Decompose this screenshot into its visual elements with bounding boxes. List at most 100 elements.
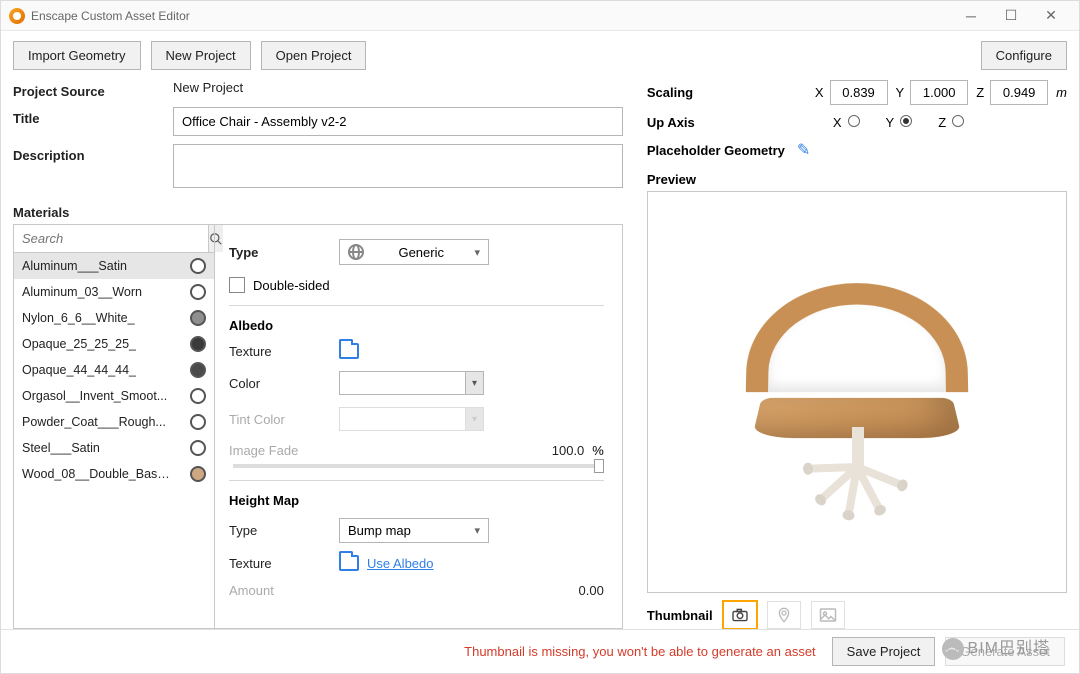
warning-text: Thumbnail is missing, you won't be able … xyxy=(464,644,816,659)
app-window: Enscape Custom Asset Editor ─ ☐ ✕ Import… xyxy=(0,0,1080,674)
material-swatch-icon xyxy=(190,362,206,378)
albedo-heading: Albedo xyxy=(229,318,604,333)
pencil-icon[interactable]: ✎ xyxy=(797,140,810,160)
material-item[interactable]: Opaque_44_44_44_ xyxy=(14,357,214,383)
preview-model xyxy=(717,242,997,542)
tint-color-picker[interactable]: ▾ xyxy=(339,407,484,431)
material-swatch-icon xyxy=(190,414,206,430)
material-name: Opaque_44_44_44_ xyxy=(22,363,136,377)
chevron-down-icon: ▾ xyxy=(474,246,480,259)
chevron-down-icon: ▾ xyxy=(465,408,483,430)
image-fade-unit: % xyxy=(592,443,604,458)
tint-color-label: Tint Color xyxy=(229,412,339,427)
material-swatch-icon xyxy=(190,466,206,482)
footer: Thumbnail is missing, you won't be able … xyxy=(1,629,1079,673)
materials-panel: Aluminum___Satin Aluminum_03__Worn Nylon_6… xyxy=(13,224,623,629)
thumbnail-image-button[interactable] xyxy=(811,601,845,629)
material-name: Wood_08__Double_Bask... xyxy=(22,467,172,481)
material-item[interactable]: Nylon_6_6__White_ xyxy=(14,305,214,331)
heightmap-heading: Height Map xyxy=(229,493,604,508)
material-item[interactable]: Opaque_25_25_25_ xyxy=(14,331,214,357)
color-label: Color xyxy=(229,376,339,391)
material-item[interactable]: Aluminum___Satin xyxy=(14,253,214,279)
minimize-button[interactable]: ─ xyxy=(951,2,991,30)
material-name: Powder_Coat___Rough... xyxy=(22,415,166,429)
save-project-button[interactable]: Save Project xyxy=(832,637,936,666)
title-label: Title xyxy=(13,107,173,126)
material-list: Aluminum___Satin Aluminum_03__Worn Nylon_6… xyxy=(14,253,214,628)
material-search-input[interactable] xyxy=(14,225,208,252)
chevron-down-icon: ▾ xyxy=(465,372,483,394)
description-input[interactable] xyxy=(173,144,623,188)
up-axis-label: Up Axis xyxy=(647,115,807,130)
use-albedo-link[interactable]: Use Albedo xyxy=(367,556,434,571)
scaling-unit: m xyxy=(1056,85,1067,100)
material-item[interactable]: Aluminum_03__Worn xyxy=(14,279,214,305)
material-list-panel: Aluminum___Satin Aluminum_03__Worn Nylon_6… xyxy=(14,225,214,628)
material-item[interactable]: Powder_Coat___Rough... xyxy=(14,409,214,435)
description-label: Description xyxy=(13,144,173,163)
toolbar: Import Geometry New Project Open Project… xyxy=(1,31,1079,80)
material-item[interactable]: Orgasol__Invent_Smoot... xyxy=(14,383,214,409)
amount-label: Amount xyxy=(229,583,339,598)
close-button[interactable]: ✕ xyxy=(1031,2,1071,30)
amount-value: 0.00 xyxy=(548,583,604,598)
up-axis-z-radio[interactable] xyxy=(952,115,964,127)
material-swatch-icon xyxy=(190,284,206,300)
material-properties-panel: Type Generic ▾ Double-side xyxy=(214,225,622,628)
configure-button[interactable]: Configure xyxy=(981,41,1067,70)
texture-label: Texture xyxy=(229,344,339,359)
import-geometry-button[interactable]: Import Geometry xyxy=(13,41,141,70)
heightmap-type-value: Bump map xyxy=(348,523,411,538)
material-name: Aluminum___Satin xyxy=(22,259,127,273)
image-fade-slider[interactable] xyxy=(233,464,600,468)
material-name: Steel___Satin xyxy=(22,441,100,455)
material-name: Aluminum_03__Worn xyxy=(22,285,142,299)
heightmap-type-select[interactable]: Bump map ▾ xyxy=(339,518,489,543)
scaling-z-input[interactable] xyxy=(990,80,1048,105)
material-swatch-icon xyxy=(190,388,206,404)
material-swatch-icon xyxy=(190,440,206,456)
image-fade-label: Image Fade xyxy=(229,443,339,458)
open-project-button[interactable]: Open Project xyxy=(261,41,367,70)
material-item[interactable]: Wood_08__Double_Bask... xyxy=(14,461,214,487)
up-axis-x-radio[interactable] xyxy=(848,115,860,127)
thumbnail-camera-button[interactable] xyxy=(723,601,757,629)
material-type-value: Generic xyxy=(398,245,444,260)
chevron-down-icon: ▾ xyxy=(474,524,480,537)
material-item[interactable]: Steel___Satin xyxy=(14,435,214,461)
thumbnail-label: Thumbnail xyxy=(647,608,713,623)
material-type-select[interactable]: Generic ▾ xyxy=(339,239,489,265)
placeholder-geometry-label: Placeholder Geometry xyxy=(647,143,785,158)
scaling-label: Scaling xyxy=(647,85,807,100)
generate-asset-button[interactable]: Generate Asset xyxy=(945,637,1065,666)
materials-heading: Materials xyxy=(13,205,623,220)
folder-icon[interactable] xyxy=(339,343,359,359)
up-axis-y-radio[interactable] xyxy=(900,115,912,127)
thumbnail-location-button[interactable] xyxy=(767,601,801,629)
image-fade-value: 100.0 xyxy=(528,443,584,458)
heightmap-texture-label: Texture xyxy=(229,556,339,571)
project-source-value: New Project xyxy=(173,80,623,95)
material-swatch-icon xyxy=(190,336,206,352)
preview-label: Preview xyxy=(647,172,1067,187)
heightmap-type-label: Type xyxy=(229,523,339,538)
scaling-y-input[interactable] xyxy=(910,80,968,105)
maximize-button[interactable]: ☐ xyxy=(991,2,1031,30)
titlebar: Enscape Custom Asset Editor ─ ☐ ✕ xyxy=(1,1,1079,31)
app-logo-icon xyxy=(9,8,25,24)
window-title: Enscape Custom Asset Editor xyxy=(31,9,190,23)
project-source-label: Project Source xyxy=(13,80,173,99)
title-input[interactable] xyxy=(173,107,623,136)
material-swatch-icon xyxy=(190,310,206,326)
material-name: Orgasol__Invent_Smoot... xyxy=(22,389,167,403)
color-picker[interactable]: ▾ xyxy=(339,371,484,395)
double-sided-label: Double-sided xyxy=(253,278,330,293)
preview-viewport[interactable] xyxy=(647,191,1067,593)
folder-icon[interactable] xyxy=(339,555,359,571)
double-sided-checkbox[interactable] xyxy=(229,277,245,293)
new-project-button[interactable]: New Project xyxy=(151,41,251,70)
globe-icon xyxy=(348,244,364,260)
material-swatch-icon xyxy=(190,258,206,274)
scaling-x-input[interactable] xyxy=(830,80,888,105)
